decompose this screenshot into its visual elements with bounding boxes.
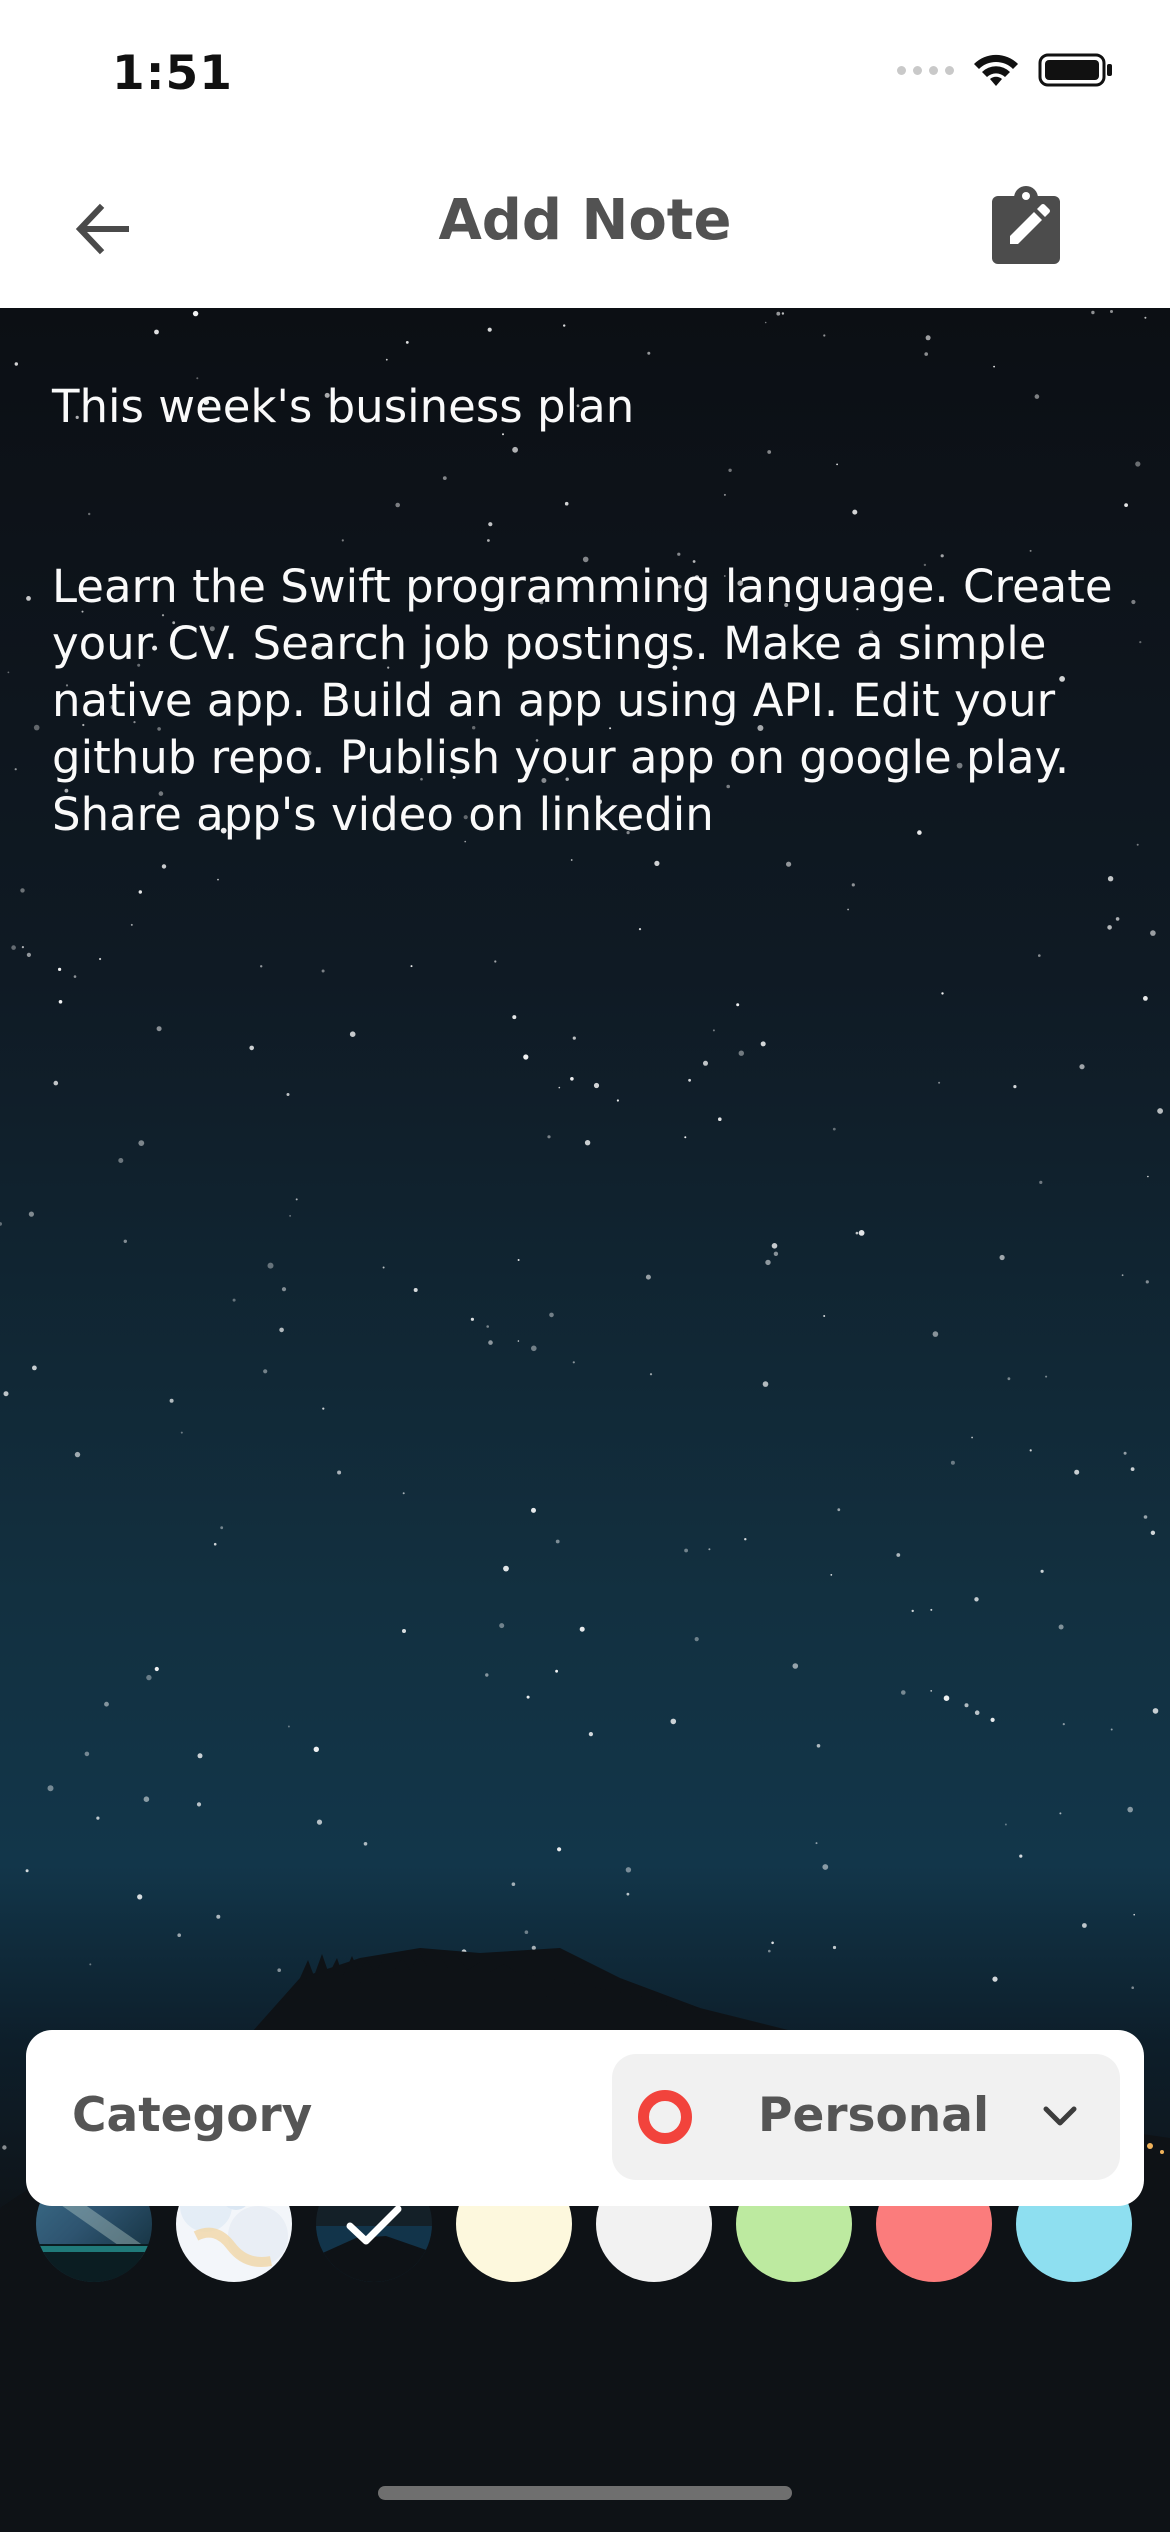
chevron-down-icon bbox=[1043, 2106, 1077, 2126]
status-bar: 1:51 bbox=[0, 0, 1170, 150]
ring-dot-icon bbox=[638, 2090, 692, 2144]
save-note-button[interactable] bbox=[990, 186, 1062, 266]
home-indicator[interactable] bbox=[378, 2486, 792, 2500]
clipboard-edit-icon bbox=[992, 186, 1060, 264]
note-title-input[interactable]: This week's business plan bbox=[52, 380, 1112, 433]
note-editor: This week's business plan Learn the Swif… bbox=[0, 308, 1170, 2532]
wifi-icon bbox=[974, 54, 1018, 86]
note-body-input[interactable]: Learn the Swift programming language. Cr… bbox=[52, 558, 1132, 843]
category-value: Personal bbox=[758, 2088, 990, 2143]
category-card: Category Personal bbox=[26, 2030, 1144, 2206]
status-time: 1:51 bbox=[112, 46, 233, 101]
battery-icon bbox=[1038, 53, 1112, 87]
status-icons bbox=[897, 52, 1114, 88]
category-dropdown[interactable]: Personal bbox=[612, 2054, 1120, 2180]
cellular-signal-icon bbox=[897, 65, 954, 75]
category-label: Category bbox=[72, 2088, 313, 2143]
app-header: Add Note bbox=[0, 150, 1170, 308]
